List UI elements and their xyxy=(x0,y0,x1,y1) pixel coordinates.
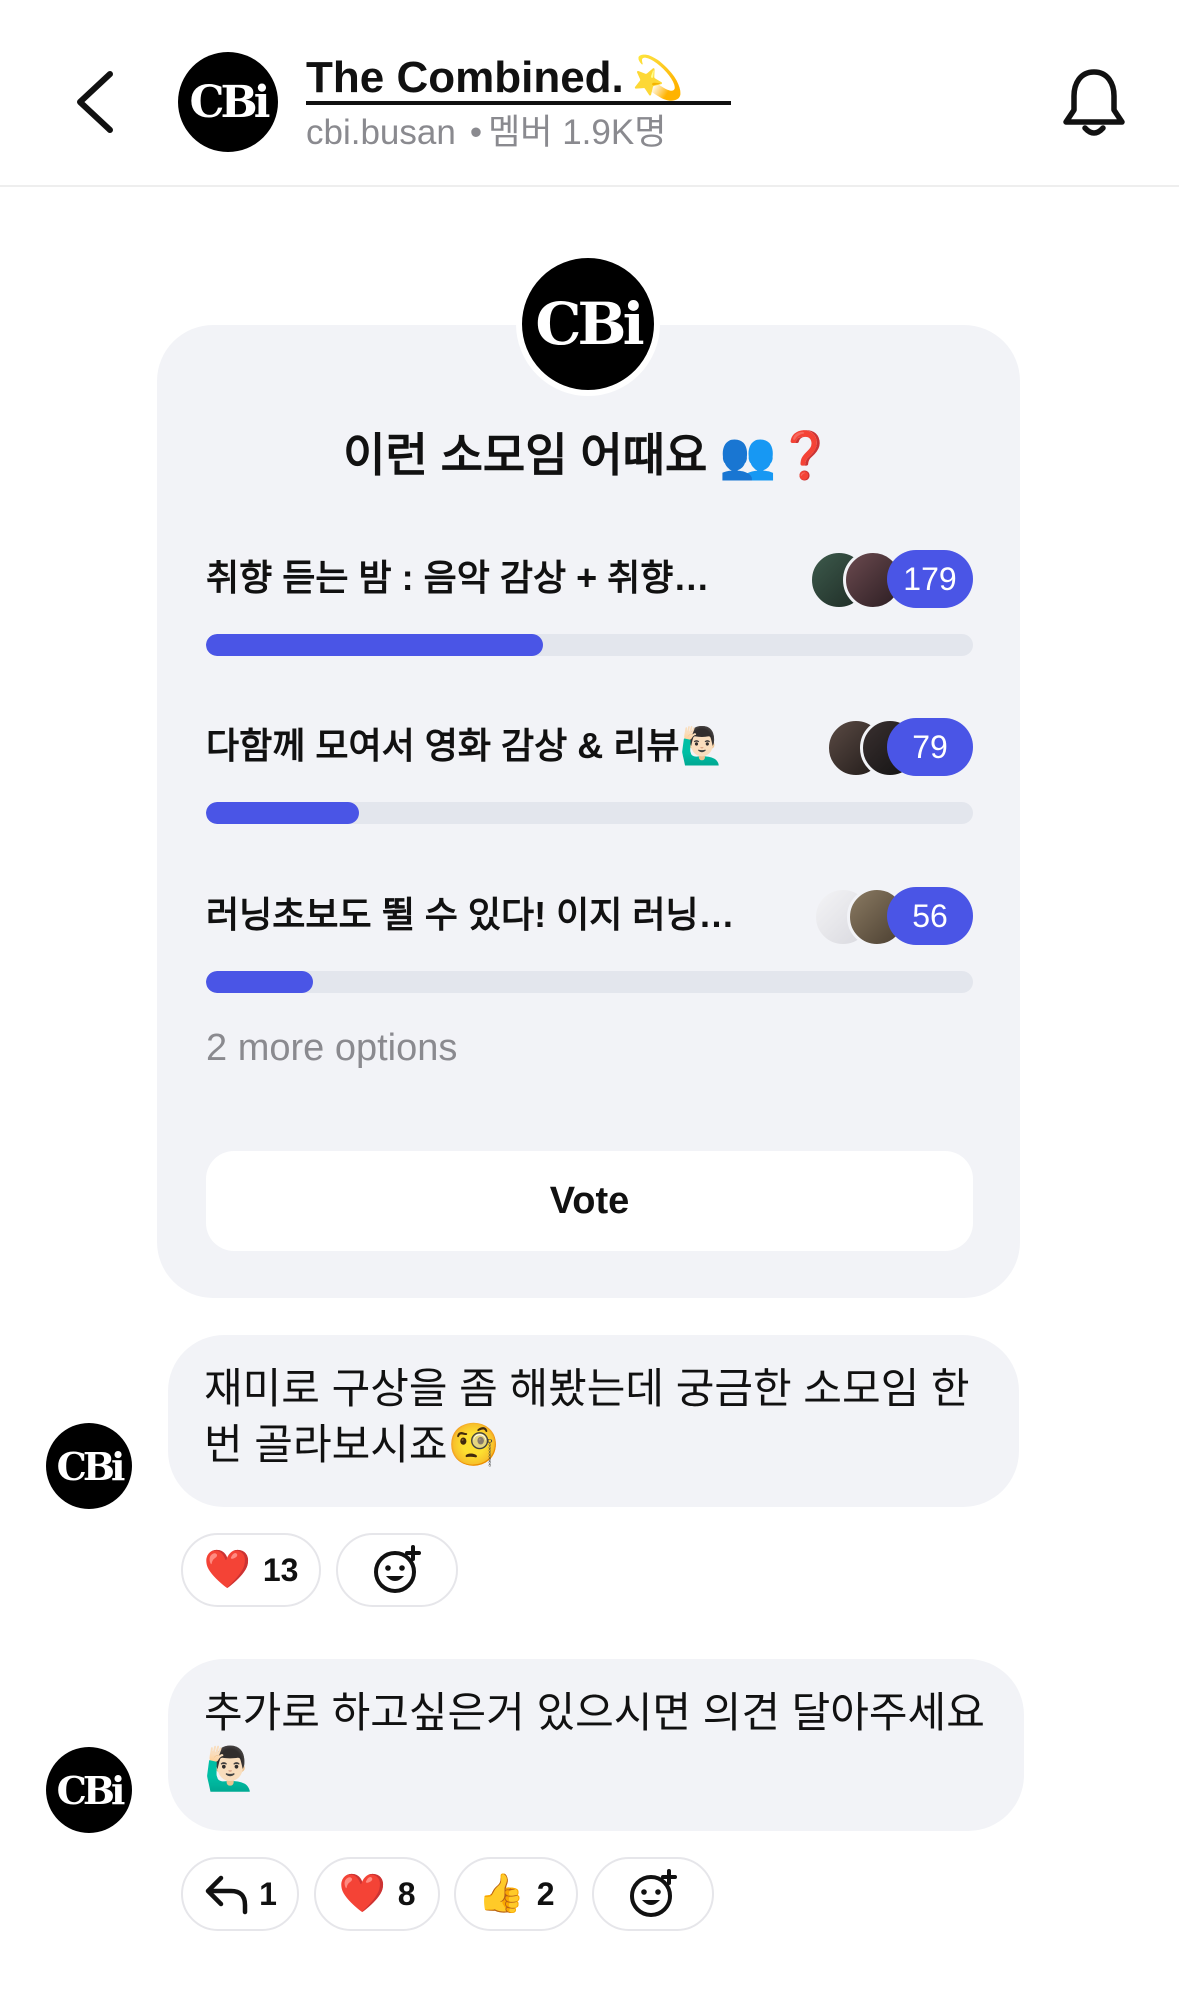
vote-count-badge: 79 xyxy=(887,718,973,776)
vote-count-badge: 179 xyxy=(887,550,973,608)
poll-card: 이런 소모임 어때요 👥❓ 취향 듣는 밤 : 음악 감상 + 취향… 179 다… xyxy=(157,325,1020,1298)
title-underline xyxy=(306,101,731,105)
add-reaction-icon xyxy=(630,1869,677,1917)
channel-title: The Combined. xyxy=(306,53,624,102)
channel-handle: cbi.busan xyxy=(306,113,456,152)
vote-bar-track xyxy=(206,971,973,993)
back-button[interactable] xyxy=(68,62,128,142)
poll-question: 이런 소모임 어때요 👥❓ xyxy=(157,425,1020,485)
vote-bar-track xyxy=(206,634,973,656)
vote-bar-fill xyxy=(206,971,314,993)
people-question-icon: 👥❓ xyxy=(719,429,834,481)
message-line: 재미로 구상을 좀 해봤는데 궁금한 소모임 한 xyxy=(204,1365,970,1412)
add-reaction-icon xyxy=(374,1545,421,1593)
reply-count: 1 xyxy=(259,1875,277,1912)
vote-bar-track xyxy=(206,802,973,824)
heart-icon: ❤️ xyxy=(338,1873,386,1915)
message-line: 🙋🏻‍♂️ xyxy=(204,1745,257,1792)
poll-option[interactable]: 다함께 모여서 영화 감상 & 리뷰🙋🏻‍♂️ 79 xyxy=(206,718,973,838)
poll-option[interactable]: 러닝초보도 뛸 수 있다! 이지 러닝… 56 xyxy=(206,887,973,1007)
vote-count-badge: 56 xyxy=(887,887,973,945)
channel-avatar[interactable]: CBi xyxy=(178,52,278,152)
message-bubble[interactable]: 재미로 구상을 좀 해봤는데 궁금한 소모임 한 번 골라보시죠🧐 xyxy=(168,1335,1019,1507)
add-reaction-button[interactable] xyxy=(336,1533,458,1607)
message-author-logo: CBi xyxy=(56,1443,126,1489)
vote-bar-fill xyxy=(206,802,360,824)
more-options-link[interactable]: 2 more options xyxy=(206,1023,457,1073)
dizzy-star-icon: 💫 xyxy=(631,54,685,101)
reaction-count: 2 xyxy=(536,1875,555,1912)
reaction-count: 13 xyxy=(262,1551,299,1588)
voter-avatars xyxy=(813,887,907,947)
member-count: 멤버 1.9K명 xyxy=(488,113,667,152)
vote-button[interactable]: Vote xyxy=(206,1151,973,1251)
reply-icon xyxy=(205,1875,248,1915)
poll-option-label: 다함께 모여서 영화 감상 & 리뷰🙋🏻‍♂️ xyxy=(206,725,725,766)
message-author-avatar[interactable]: CBi xyxy=(46,1747,132,1833)
reply-button[interactable]: 1 xyxy=(181,1857,299,1931)
message-line: 추가로 하고싶은거 있으시면 의견 달아주세요 xyxy=(204,1689,985,1736)
back-chevron-icon xyxy=(77,71,113,133)
reaction-chip-thumbs-up[interactable]: 👍 2 xyxy=(454,1857,578,1931)
reaction-count: 8 xyxy=(397,1875,416,1912)
channel-title-row[interactable]: The Combined. 💫 xyxy=(306,52,684,104)
notification-button[interactable] xyxy=(1058,62,1130,142)
separator-dot: • xyxy=(469,113,483,152)
poll-option-label: 취향 듣는 밤 : 음악 감상 + 취향… xyxy=(206,557,710,598)
add-reaction-button[interactable] xyxy=(592,1857,714,1931)
poll-author-logo: CBi xyxy=(535,290,644,358)
channel-subtitle: cbi.busan • 멤버 1.9K명 xyxy=(306,110,666,156)
reaction-chip-heart[interactable]: ❤️ 13 xyxy=(181,1533,321,1607)
vote-bar-fill xyxy=(206,634,544,656)
channel-logo: CBi xyxy=(189,76,271,128)
message-author-logo: CBi xyxy=(56,1767,126,1813)
chat-header: CBi The Combined. 💫 cbi.busan • 멤버 1.9K명 xyxy=(0,0,1179,187)
poll-option-label: 러닝초보도 뛸 수 있다! 이지 러닝… xyxy=(206,894,735,935)
poll-author-avatar[interactable]: CBi xyxy=(516,252,660,396)
voter-avatars xyxy=(809,550,903,610)
message-bubble[interactable]: 추가로 하고싶은거 있으시면 의견 달아주세요 🙋🏻‍♂️ xyxy=(168,1659,1024,1831)
heart-icon: ❤️ xyxy=(203,1549,251,1591)
thumbs-up-icon: 👍 xyxy=(477,1873,525,1915)
poll-option[interactable]: 취향 듣는 밤 : 음악 감상 + 취향… 179 xyxy=(206,550,973,670)
message-line: 번 골라보시죠🧐 xyxy=(204,1421,500,1468)
bell-icon xyxy=(1063,69,1125,136)
reaction-chip-heart[interactable]: ❤️ 8 xyxy=(314,1857,440,1931)
message-author-avatar[interactable]: CBi xyxy=(46,1423,132,1509)
poll-question-text: 이런 소모임 어때요 xyxy=(343,429,708,481)
